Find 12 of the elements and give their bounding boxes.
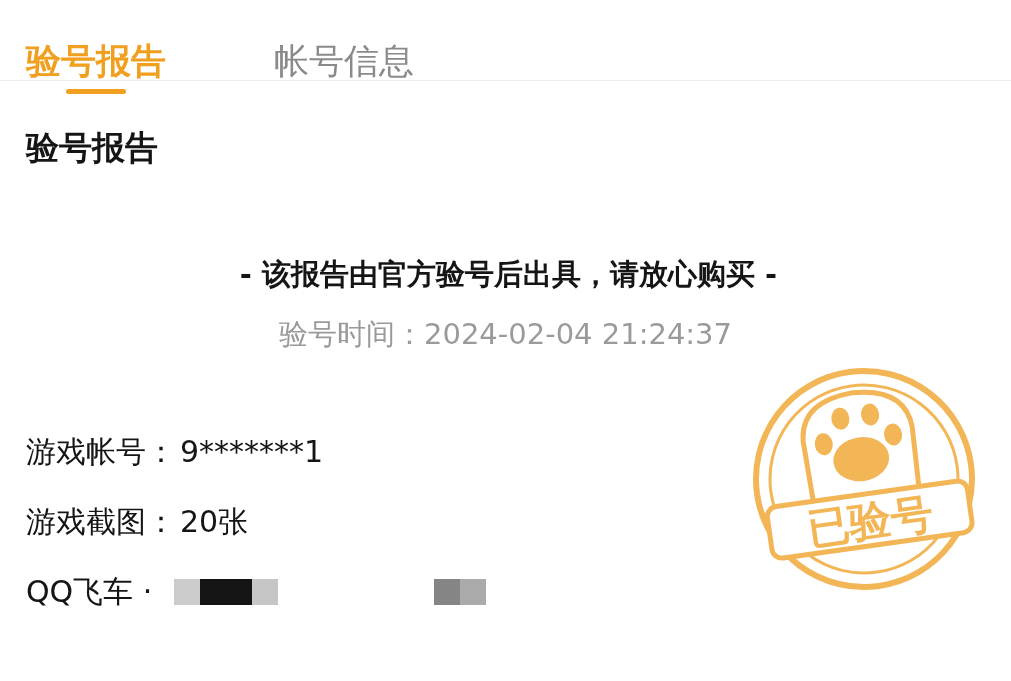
field-label: 游戏帐号： bbox=[26, 433, 176, 471]
tab-indicator bbox=[66, 89, 126, 94]
field-value: 20张 bbox=[180, 503, 249, 541]
check-time: 验号时间：2024-02-04 21:24:37 bbox=[278, 316, 733, 353]
tab[interactable]: 验号报告 bbox=[26, 32, 166, 90]
section-title: 验号报告 bbox=[26, 127, 159, 169]
stamp-text: 已验号 bbox=[804, 488, 936, 555]
field-label: 游戏截图： bbox=[26, 503, 176, 541]
field-value: 9*******1 bbox=[180, 433, 324, 471]
field-label: QQ飞车 · bbox=[26, 573, 153, 611]
report-notice: - 该报告由官方验号后出具，请放心购买 - bbox=[238, 256, 779, 293]
tab[interactable]: 帐号信息 bbox=[274, 32, 414, 90]
